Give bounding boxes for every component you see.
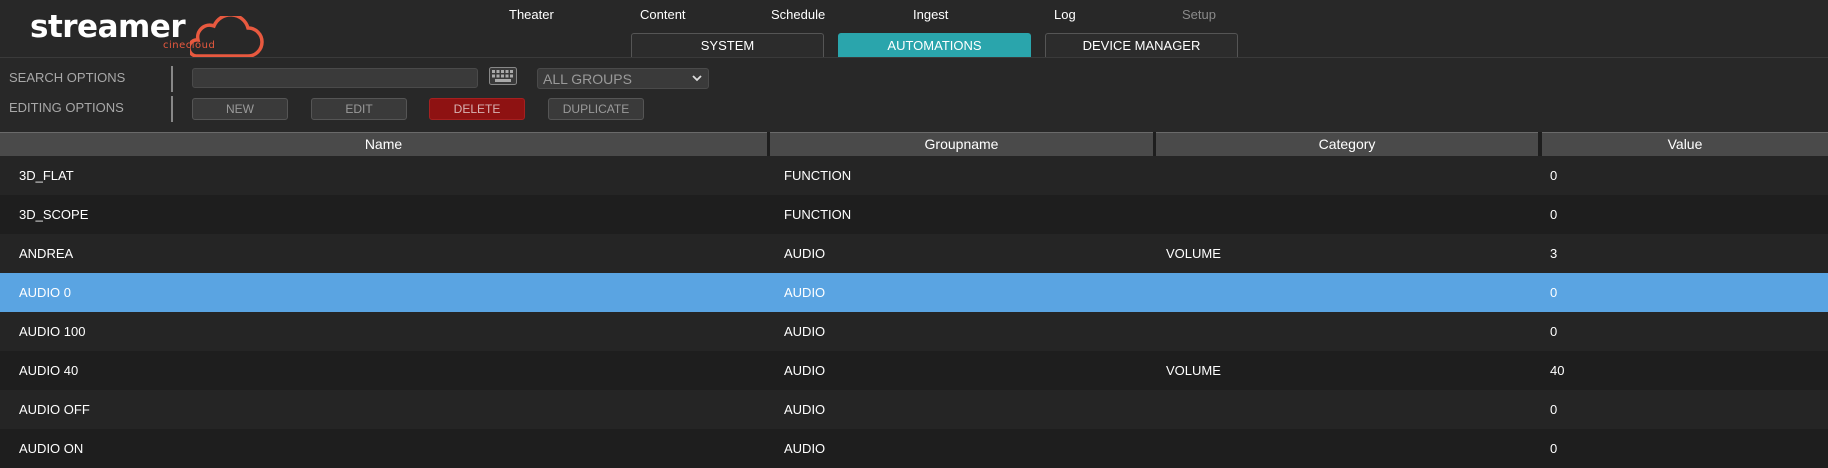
- top-navigation: Theater Content Schedule Ingest Log Setu…: [0, 6, 1828, 26]
- cell-name: AUDIO 40: [19, 363, 79, 378]
- cell-value: 0: [1550, 324, 1558, 339]
- search-input[interactable]: [192, 68, 478, 88]
- column-header-value[interactable]: Value: [1542, 132, 1828, 156]
- duplicate-button[interactable]: DUPLICATE: [548, 98, 644, 120]
- cell-name: AUDIO 0: [19, 285, 72, 300]
- table-row[interactable]: AUDIO 100 AUDIO 0: [0, 312, 1828, 351]
- cell-category: VOLUME: [1166, 363, 1221, 378]
- cell-value: 3: [1550, 246, 1558, 261]
- table-row[interactable]: 3D_SCOPE FUNCTION 0: [0, 195, 1828, 234]
- cell-name: AUDIO OFF: [19, 402, 90, 417]
- cell-groupname: FUNCTION: [784, 207, 852, 222]
- search-options-label: SEARCH OPTIONS: [9, 70, 126, 85]
- app-header: streamer cinecloud Theater Content Sched…: [0, 0, 1828, 58]
- new-button[interactable]: NEW: [192, 98, 288, 120]
- cell-groupname: AUDIO: [784, 285, 826, 300]
- automations-table: Name Groupname Category Value 3D_FLAT FUN…: [0, 132, 1828, 468]
- tab-system[interactable]: SYSTEM: [631, 33, 824, 58]
- edit-button[interactable]: EDIT: [311, 98, 407, 120]
- nav-theater[interactable]: Theater: [509, 6, 554, 24]
- column-header-name[interactable]: Name: [0, 132, 767, 156]
- tab-device-manager[interactable]: DEVICE MANAGER: [1045, 33, 1238, 58]
- nav-log[interactable]: Log: [1054, 6, 1076, 24]
- table-row[interactable]: 3D_FLAT FUNCTION 0: [0, 156, 1828, 195]
- cell-groupname: AUDIO: [784, 402, 826, 417]
- cell-groupname: AUDIO: [784, 441, 826, 456]
- table-row[interactable]: AUDIO ON AUDIO 0: [0, 429, 1828, 468]
- editing-options-divider: [171, 96, 173, 122]
- chevron-down-icon: [692, 75, 702, 82]
- column-header-category[interactable]: Category: [1156, 132, 1538, 156]
- search-options-divider: [171, 66, 173, 92]
- cell-groupname: AUDIO: [784, 246, 826, 261]
- cell-name: 3D_FLAT: [19, 168, 74, 183]
- table-row[interactable]: ANDREA AUDIO VOLUME 3: [0, 234, 1828, 273]
- nav-content[interactable]: Content: [640, 6, 686, 24]
- table-row[interactable]: AUDIO 40 AUDIO VOLUME 40: [0, 351, 1828, 390]
- editing-options-label: EDITING OPTIONS: [9, 100, 124, 115]
- cell-value: 0: [1550, 441, 1558, 456]
- column-header-groupname[interactable]: Groupname: [770, 132, 1153, 156]
- cell-name: AUDIO 100: [19, 324, 86, 339]
- cell-name: ANDREA: [19, 246, 74, 261]
- tab-automations[interactable]: AUTOMATIONS: [838, 33, 1031, 58]
- cell-category: VOLUME: [1166, 246, 1221, 261]
- delete-button[interactable]: DELETE: [429, 98, 525, 120]
- cell-name: AUDIO ON: [19, 441, 84, 456]
- nav-schedule[interactable]: Schedule: [771, 6, 825, 24]
- group-filter-value: ALL GROUPS: [543, 71, 632, 87]
- table-body: 3D_FLAT FUNCTION 0 3D_SCOPE FUNCTION 0 ANDREA A…: [0, 156, 1828, 468]
- keyboard-icon[interactable]: [489, 67, 517, 85]
- cell-value: 0: [1550, 285, 1558, 300]
- cell-groupname: AUDIO: [784, 324, 826, 339]
- cell-value: 0: [1550, 402, 1558, 417]
- cell-groupname: AUDIO: [784, 363, 826, 378]
- cell-groupname: FUNCTION: [784, 168, 852, 183]
- nav-ingest[interactable]: Ingest: [913, 6, 948, 24]
- options-bar: SEARCH OPTIONS ALL GROUPS EDITING OPTION…: [0, 58, 1828, 132]
- table-row[interactable]: AUDIO OFF AUDIO 0: [0, 390, 1828, 429]
- cell-name: 3D_SCOPE: [19, 207, 89, 222]
- cell-value: 40: [1550, 363, 1565, 378]
- table-header: Name Groupname Category Value: [0, 132, 1828, 156]
- nav-setup[interactable]: Setup: [1182, 6, 1216, 24]
- cell-value: 0: [1550, 207, 1558, 222]
- logo-subtitle: cinecloud: [163, 40, 216, 51]
- cell-value: 0: [1550, 168, 1558, 183]
- table-row[interactable]: AUDIO 0 AUDIO 0: [0, 273, 1828, 312]
- group-filter-select[interactable]: ALL GROUPS: [537, 68, 709, 89]
